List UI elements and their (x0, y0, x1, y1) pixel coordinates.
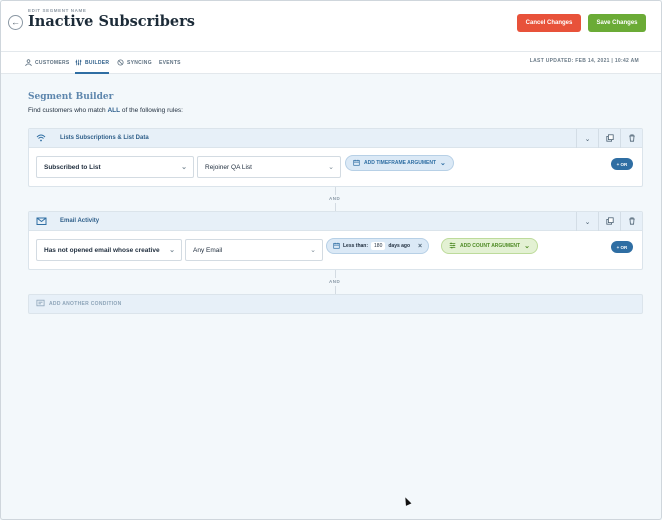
condition-header: Lists Subscriptions & List Data ⌄ (29, 129, 642, 148)
back-button[interactable]: ← (8, 15, 23, 30)
condition-header: Email Activity ⌄ (29, 212, 642, 231)
and-label: AND (329, 279, 341, 284)
add-another-condition-button[interactable]: ADD ANOTHER CONDITION (28, 294, 643, 314)
duplicate-button[interactable] (598, 212, 620, 231)
tab-syncing[interactable]: SYNCING (117, 58, 152, 68)
sync-icon (117, 58, 124, 68)
collapse-button[interactable]: ⌄ (576, 129, 598, 148)
add-or-button[interactable]: + OR (611, 158, 633, 170)
chevron-down-icon: ⌄ (584, 218, 591, 226)
condition-title: Lists Subscriptions & List Data (60, 135, 149, 141)
app-window: ← EDIT SEGMENT NAME Inactive Subscribers… (0, 0, 662, 520)
copy-icon (605, 216, 614, 227)
calendar-icon (333, 242, 340, 251)
tab-syncing-label: SYNCING (127, 60, 152, 66)
add-count-label: ADD COUNT ARGUMENT (460, 243, 521, 249)
arrow-left-icon: ← (11, 17, 20, 27)
chevron-down-icon: ⌄ (584, 135, 591, 143)
match-mode[interactable]: ALL (107, 107, 120, 114)
calendar-icon (353, 159, 360, 168)
chevron-down-icon: ⌄ (169, 247, 175, 254)
tab-customers-label: CUSTOMERS (35, 60, 70, 66)
less-than-label: Less than: (343, 243, 369, 249)
trash-icon (628, 134, 636, 144)
add-another-condition-label: ADD ANOTHER CONDITION (49, 301, 122, 307)
segment-builder-title: Segment Builder (28, 92, 114, 102)
add-timeframe-argument-button[interactable]: ADD TIMEFRAME ARGUMENT ⌄ (345, 155, 454, 171)
chevron-down-icon: ⌄ (440, 160, 446, 167)
and-connector-line (335, 203, 336, 211)
rule-type-value: Has not opened email whose creative (44, 246, 160, 254)
tab-customers[interactable]: CUSTOMERS (25, 58, 70, 68)
trash-icon (628, 217, 636, 227)
tab-builder[interactable]: BUILDER (75, 58, 109, 68)
duplicate-button[interactable] (598, 129, 620, 148)
rule-type-value: Subscribed to List (44, 163, 101, 171)
chevron-down-icon: ⌄ (181, 164, 187, 171)
email-icon (36, 216, 47, 226)
subtitle-text-end: of the following rules: (120, 107, 183, 114)
and-connector-line (335, 187, 336, 195)
timeframe-argument[interactable]: Less than: 180 days ago × (326, 238, 430, 254)
wifi-icon (36, 133, 46, 143)
days-input[interactable]: 180 (371, 242, 386, 250)
delete-button[interactable] (620, 129, 642, 148)
days-ago-label: days ago (388, 243, 411, 249)
mouse-cursor-icon (402, 496, 412, 506)
and-connector-line (335, 270, 336, 278)
and-label: AND (329, 196, 341, 201)
add-condition-icon (36, 299, 45, 309)
subtitle-text: Find customers who match (28, 107, 108, 114)
rule-type-select[interactable]: Subscribed to List ⌄ (36, 156, 194, 178)
condition-card-email-activity: Email Activity ⌄ Has not opened email wh… (28, 211, 643, 270)
email-select[interactable]: Any Email ⌄ (185, 239, 323, 261)
sliders-icon (75, 59, 82, 68)
segment-builder-subtitle: Find customers who match ALL of the foll… (28, 107, 183, 114)
chevron-down-icon: ⌄ (524, 243, 530, 250)
chevron-down-icon: ⌄ (310, 247, 316, 254)
condition-card-lists: Lists Subscriptions & List Data ⌄ Subscr… (28, 128, 643, 187)
collapse-button[interactable]: ⌄ (576, 212, 598, 231)
add-timeframe-label: ADD TIMEFRAME ARGUMENT (364, 160, 437, 166)
cancel-changes-button[interactable]: Cancel Changes (517, 14, 581, 32)
condition-title: Email Activity (60, 218, 100, 224)
last-updated-text: LAST UPDATED: FEB 14, 2021 | 10:42 AM (529, 58, 639, 64)
rule-type-select[interactable]: Has not opened email whose creative ⌄ (36, 239, 182, 261)
email-value: Any Email (193, 246, 223, 254)
tab-builder-label: BUILDER (85, 60, 110, 66)
add-count-argument-button[interactable]: ADD COUNT ARGUMENT ⌄ (441, 238, 538, 254)
page-title[interactable]: Inactive Subscribers (28, 13, 195, 30)
list-select[interactable]: Rejoiner QA List ⌄ (197, 156, 341, 178)
chevron-down-icon: ⌄ (328, 164, 334, 171)
user-icon (25, 58, 32, 68)
copy-icon (605, 133, 614, 144)
page-header: ← EDIT SEGMENT NAME Inactive Subscribers… (1, 1, 661, 52)
and-connector-line (335, 286, 336, 294)
save-changes-button[interactable]: Save Changes (588, 14, 646, 32)
active-tab-indicator (75, 72, 109, 74)
tab-events-label: EVENTS (159, 60, 181, 66)
delete-button[interactable] (620, 212, 642, 231)
tab-events[interactable]: EVENTS (159, 58, 181, 68)
close-icon[interactable]: × (418, 243, 422, 250)
sliders-icon (449, 242, 456, 251)
list-value: Rejoiner QA List (205, 163, 252, 171)
add-or-button[interactable]: + OR (611, 241, 633, 253)
